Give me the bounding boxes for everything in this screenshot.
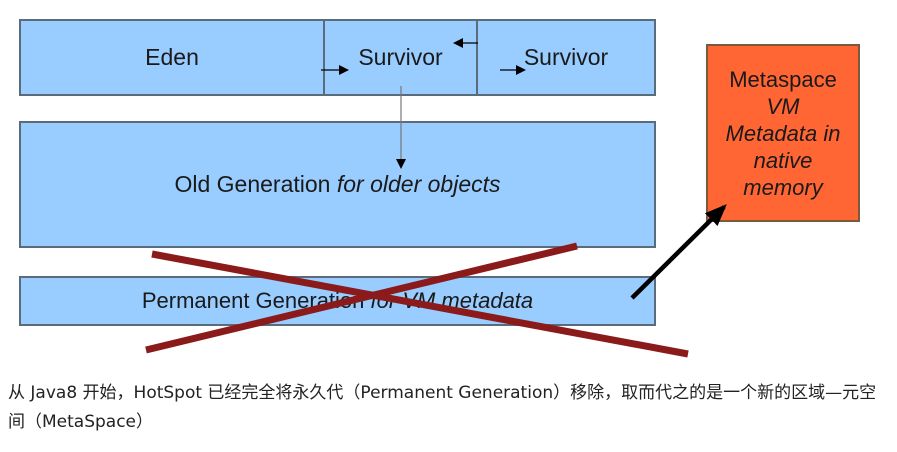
metaspace-line-4: memory <box>743 174 823 200</box>
jvm-memory-diagram: Eden Survivor Survivor Old Generation fo… <box>0 0 897 360</box>
survivor-2-label: Survivor <box>523 44 609 70</box>
survivor-1-label: Survivor <box>358 44 443 70</box>
permanent-generation-box: Permanent Generation for VM metadata <box>19 276 656 326</box>
metaspace-line-3: native <box>753 147 813 173</box>
survivor-box-1: Survivor <box>323 19 478 96</box>
caption-text: 从 Java8 开始，HotSpot 已经完全将永久代（Permanent Ge… <box>8 383 877 432</box>
old-gen-label: Old Generation <box>174 171 331 197</box>
metaspace-line-1: VM <box>766 93 800 119</box>
old-gen-italic-label: for older objects <box>336 171 501 197</box>
perm-gen-label: Permanent Generation <box>141 288 365 313</box>
survivor-box-2: Survivor <box>476 19 656 96</box>
perm-gen-italic-label: for VM metadata <box>370 288 534 313</box>
metaspace-box: Metaspace VM Metadata in native memory <box>706 44 860 222</box>
metaspace-line-2: Metadata in <box>725 120 841 146</box>
eden-box: Eden <box>19 19 325 96</box>
old-generation-box: Old Generation for older objects <box>19 121 656 248</box>
eden-label: Eden <box>145 44 199 70</box>
metaspace-title: Metaspace <box>729 66 837 92</box>
